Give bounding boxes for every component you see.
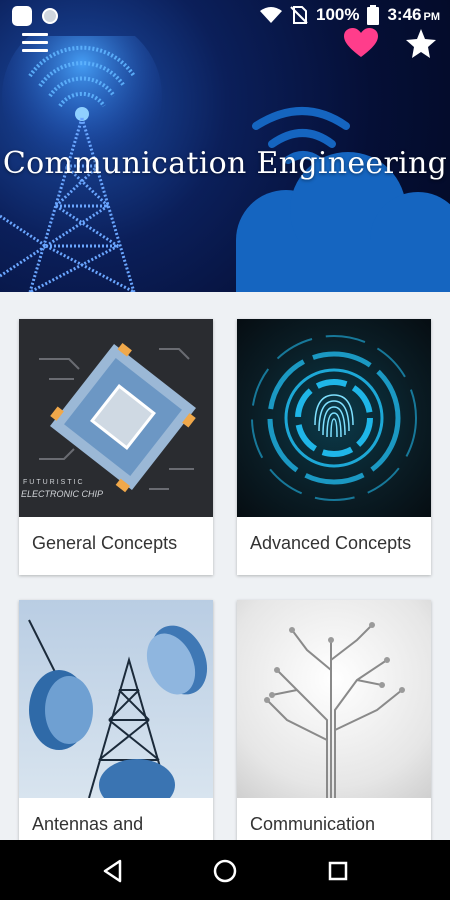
system-nav-bar: [0, 840, 450, 900]
menu-button[interactable]: [22, 33, 48, 53]
header-banner: Communication Engineering: [0, 0, 450, 292]
sync-icon: [42, 8, 58, 24]
cloud-wifi-illustration: [236, 107, 450, 292]
chip-image: FUTURISTIC ELECTRONIC CHIP: [19, 319, 213, 517]
status-bar: 100% 3:46 PM: [0, 0, 450, 32]
battery-icon: [367, 5, 380, 25]
page-title: Communication Engineering: [2, 146, 448, 181]
chip-caption-2: ELECTRONIC CHIP: [21, 489, 104, 499]
clock: 3:46 PM: [387, 5, 440, 24]
wifi-icon: [259, 7, 282, 23]
heart-icon[interactable]: [344, 28, 378, 58]
home-circle-icon[interactable]: [212, 858, 238, 884]
card-label: Advanced Concepts: [250, 533, 412, 553]
card-antennas[interactable]: Antennas and: [19, 600, 213, 840]
card-label: Communication: [250, 814, 376, 834]
no-sim-icon: [290, 6, 308, 24]
circuit-tree-image: [237, 600, 431, 798]
notification-icon: [12, 6, 32, 26]
card-advanced-concepts[interactable]: Advanced Concepts: [237, 319, 431, 575]
star-icon[interactable]: [405, 28, 437, 60]
fingerprint-image: [237, 319, 431, 517]
card-communication[interactable]: Communication: [237, 600, 431, 840]
battery-level: 100%: [315, 5, 360, 24]
back-triangle-icon[interactable]: [100, 858, 126, 884]
recents-square-icon[interactable]: [325, 858, 351, 884]
card-general-concepts[interactable]: FUTURISTIC ELECTRONIC CHIP General Conce…: [19, 319, 213, 575]
category-grid: FUTURISTIC ELECTRONIC CHIP General Conce…: [0, 292, 450, 840]
card-label: Antennas and: [32, 814, 144, 834]
card-label: General Concepts: [32, 533, 178, 553]
chip-caption-1: FUTURISTIC: [23, 479, 85, 486]
antenna-image: [19, 600, 213, 798]
